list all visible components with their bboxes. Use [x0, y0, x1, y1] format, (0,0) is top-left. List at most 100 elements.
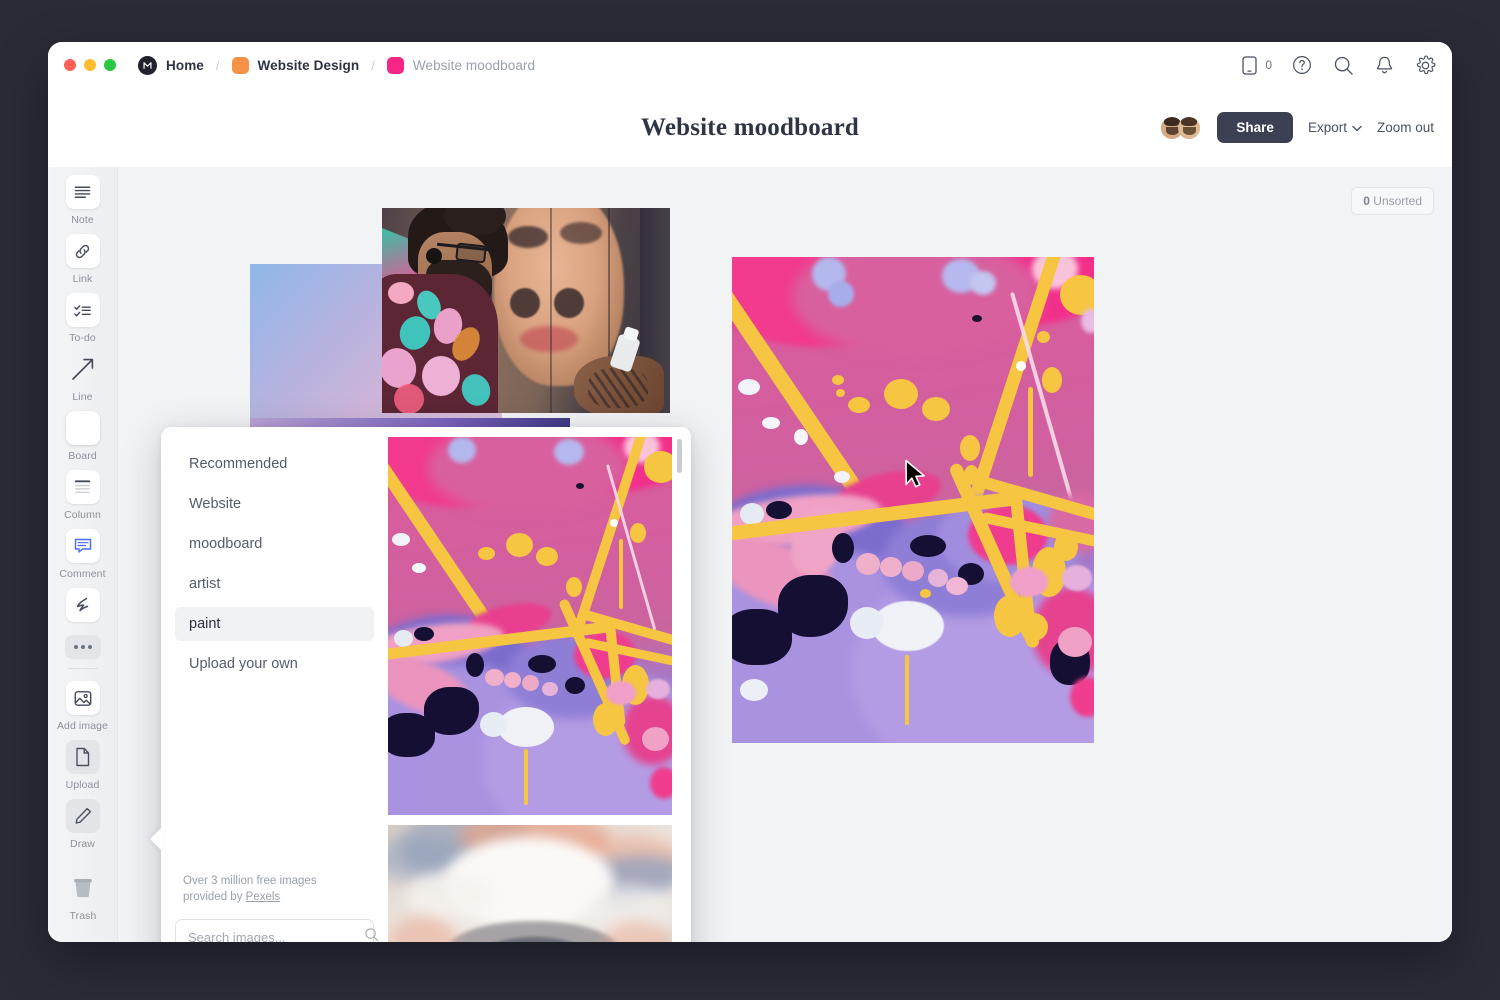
sidebar-item-column[interactable]: Column	[48, 470, 117, 521]
chevron-down-icon	[1352, 120, 1362, 135]
minimize-window-button[interactable]	[84, 59, 96, 71]
image-picker-sidebar: Recommended Website moodboard artist pai…	[161, 427, 388, 942]
search-icon[interactable]	[1332, 54, 1354, 76]
sidebar-item-note[interactable]: Note	[48, 175, 117, 226]
sidebar-label-draw: Draw	[70, 838, 95, 850]
search-images-box[interactable]	[175, 919, 379, 942]
header-actions: Share Export Zoom out	[1159, 88, 1434, 167]
notifications-icon[interactable]	[1373, 54, 1395, 76]
sidebar-label-board: Board	[68, 450, 97, 462]
add-image-icon	[65, 681, 100, 715]
board-icon	[65, 411, 100, 445]
breadcrumb-label-website-design: Website Design	[257, 57, 360, 73]
eye-painting-thumbnail	[388, 825, 672, 942]
app-window: Home / Website Design / Website moodboar…	[48, 42, 1452, 942]
board-header: Website moodboard Share Export Zoom out	[48, 88, 1452, 167]
image-picker-footer: Over 3 million free images provided by P…	[175, 873, 379, 942]
sidebar-item-comment[interactable]: Comment	[48, 529, 117, 580]
category-website[interactable]: Website	[175, 487, 374, 521]
mobile-count-label: 0	[1265, 58, 1272, 72]
link-icon	[65, 234, 100, 268]
note-icon	[65, 175, 100, 209]
category-paint[interactable]: paint	[175, 607, 374, 641]
breadcrumb-separator-1: /	[215, 57, 220, 73]
breadcrumb: Home / Website Design / Website moodboar…	[138, 55, 536, 75]
image-picker-results[interactable]	[388, 427, 691, 942]
settings-icon[interactable]	[1414, 54, 1436, 76]
paint-pour-art	[732, 257, 1094, 743]
sidebar-item-board[interactable]: Board	[48, 411, 117, 462]
graffiti-artist-photo[interactable]	[382, 208, 670, 413]
breadcrumb-label-website-moodboard: Website moodboard	[412, 57, 536, 73]
share-button[interactable]: Share	[1217, 112, 1293, 143]
popup-pointer-arrow	[150, 827, 162, 851]
image-picker-popup[interactable]: Recommended Website moodboard artist pai…	[161, 427, 691, 942]
window-traffic-lights	[64, 59, 116, 71]
sidebar-item-upload[interactable]: Upload	[48, 740, 117, 791]
title-bar: Home / Website Design / Website moodboar…	[48, 42, 1452, 88]
title-bar-actions: 0	[1238, 42, 1436, 88]
sidebar-item-draw[interactable]: Draw	[48, 799, 117, 850]
unsorted-count: 0	[1363, 194, 1370, 208]
breadcrumb-item-website-design[interactable]: Website Design	[231, 56, 360, 74]
board-body: Note Link To-do Line Board Column Commen…	[48, 167, 1452, 942]
sketch-icon	[65, 588, 100, 622]
pexels-attribution: Over 3 million free images provided by P…	[175, 873, 374, 905]
breadcrumb-item-home[interactable]: Home	[138, 55, 204, 75]
results-scrollbar[interactable]	[677, 439, 682, 473]
export-label: Export	[1307, 120, 1347, 135]
pexels-link[interactable]: Pexels	[246, 891, 281, 903]
sidebar-label-line: Line	[72, 391, 93, 403]
sidebar-label-add-image: Add image	[56, 720, 109, 732]
sidebar-divider	[67, 668, 98, 669]
close-window-button[interactable]	[64, 59, 76, 71]
paint-pour-artwork[interactable]	[732, 257, 1094, 743]
more-dots-icon	[64, 635, 101, 659]
sidebar-label-todo: To-do	[69, 332, 96, 344]
sidebar-label-note: Note	[71, 214, 94, 226]
sidebar-label-upload: Upload	[65, 779, 100, 791]
collaborator-avatars[interactable]	[1159, 114, 1203, 141]
sidebar-label-comment: Comment	[59, 568, 106, 580]
avatar[interactable]	[1176, 114, 1203, 141]
search-images-input[interactable]	[188, 929, 364, 942]
page-title: Website moodboard	[641, 113, 859, 141]
unsorted-label: Unsorted	[1373, 194, 1422, 208]
comment-icon	[65, 529, 100, 563]
image-results-scroll	[388, 437, 676, 942]
board-swatch-icon	[386, 56, 404, 74]
category-artist[interactable]: artist	[175, 567, 374, 601]
sidebar-item-link[interactable]: Link	[48, 234, 117, 285]
milanote-logo-icon	[138, 55, 157, 75]
column-icon	[65, 470, 100, 504]
sidebar-label-link: Link	[72, 273, 93, 285]
sidebar-item-todo[interactable]: To-do	[48, 293, 117, 344]
pexels-note-line1: Over 3 million free images	[183, 874, 317, 887]
sidebar-item-trash[interactable]: Trash	[48, 871, 118, 922]
breadcrumb-label-home: Home	[166, 57, 204, 73]
unsorted-chip[interactable]: 0 Unsorted	[1351, 187, 1434, 215]
category-moodboard[interactable]: moodboard	[175, 527, 374, 561]
zoom-out-button[interactable]: Zoom out	[1377, 120, 1434, 135]
export-menu-button[interactable]: Export	[1308, 120, 1362, 135]
category-recommended[interactable]: Recommended	[175, 447, 374, 481]
image-result-paint-pour[interactable]	[388, 437, 672, 815]
category-upload-your-own[interactable]: Upload your own	[175, 647, 374, 681]
maximize-window-button[interactable]	[104, 59, 116, 71]
sidebar-item-sketch[interactable]	[48, 588, 117, 627]
sidebar-item-line[interactable]: Line	[48, 352, 117, 403]
sidebar-item-add-image[interactable]: Add image	[48, 681, 117, 732]
tool-sidebar: Note Link To-do Line Board Column Commen…	[48, 167, 118, 942]
trash-icon	[66, 871, 100, 905]
line-arrow-icon	[66, 352, 100, 386]
sidebar-item-more[interactable]	[48, 635, 117, 659]
image-result-eye-painting[interactable]	[388, 825, 672, 942]
folder-swatch-icon	[231, 56, 249, 74]
mobile-inbox-button[interactable]: 0	[1238, 54, 1272, 76]
paint-pour-thumbnail	[388, 437, 672, 815]
draw-pencil-icon	[65, 799, 100, 833]
help-icon[interactable]	[1291, 54, 1313, 76]
breadcrumb-separator-2: /	[371, 57, 375, 73]
search-icon[interactable]	[364, 927, 379, 942]
breadcrumb-item-website-moodboard[interactable]: Website moodboard	[386, 56, 536, 74]
